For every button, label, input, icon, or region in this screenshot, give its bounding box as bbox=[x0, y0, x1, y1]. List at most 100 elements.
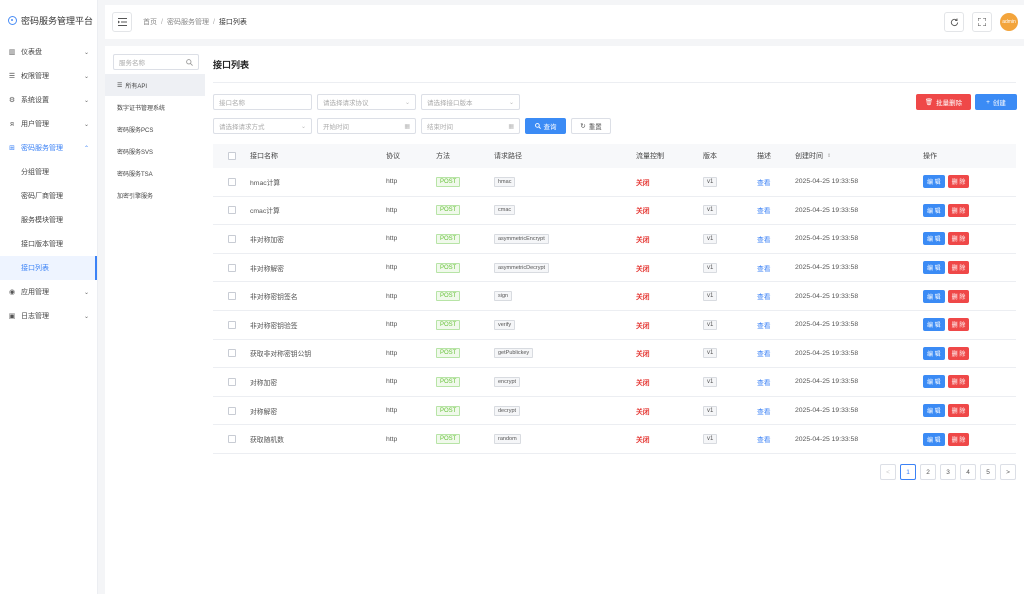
chevron-down-icon: ⌄ bbox=[83, 121, 89, 128]
page-4-button[interactable]: 4 bbox=[960, 464, 976, 480]
sidebar-subitem-vendors[interactable]: 密码厂商管理 bbox=[0, 184, 97, 208]
api-name: 对称加密 bbox=[250, 379, 278, 387]
protocol-select[interactable]: 请选择请求协议 ⌄ bbox=[317, 94, 416, 110]
desc-cell: 查看 bbox=[757, 377, 795, 387]
collapse-menu-button[interactable] bbox=[112, 12, 132, 32]
view-desc-link[interactable]: 查看 bbox=[757, 205, 771, 215]
header-created-label: 创建时间 bbox=[795, 153, 823, 160]
sidebar-item-settings[interactable]: ⚙ 系统设置 ⌄ bbox=[0, 88, 97, 112]
delete-button[interactable]: 删 除 bbox=[947, 289, 970, 303]
created-time: 2025-04-25 19:33:58 bbox=[795, 321, 859, 329]
view-desc-link[interactable]: 查看 bbox=[757, 377, 771, 387]
page-2-button[interactable]: 2 bbox=[920, 464, 936, 480]
desc-cell: 查看 bbox=[757, 234, 795, 244]
page-5-button[interactable]: 5 bbox=[980, 464, 996, 480]
edit-button[interactable]: 编 辑 bbox=[923, 203, 945, 217]
start-time-picker[interactable]: 开始时间 ▦ bbox=[317, 118, 416, 134]
sidebar-subitem-versions[interactable]: 接口版本管理 bbox=[0, 232, 97, 256]
row-checkbox[interactable] bbox=[227, 406, 236, 415]
delete-button[interactable]: 删 除 bbox=[947, 261, 970, 275]
sidebar-item-permissions[interactable]: ☰ 权限管理 ⌄ bbox=[0, 64, 97, 88]
delete-button[interactable]: 删 除 bbox=[947, 346, 970, 360]
row-checkbox[interactable] bbox=[227, 349, 236, 358]
row-checkbox[interactable] bbox=[227, 234, 236, 243]
method-select[interactable]: 请选择请求方式 ⌄ bbox=[213, 118, 312, 134]
service-item-tsa[interactable]: 密码服务TSA bbox=[105, 162, 205, 184]
edit-button[interactable]: 编 辑 bbox=[923, 232, 945, 246]
next-page-button[interactable]: > bbox=[1000, 464, 1016, 480]
edit-button[interactable]: 编 辑 bbox=[923, 404, 945, 418]
view-desc-link[interactable]: 查看 bbox=[757, 263, 771, 273]
table-row: 对称解密 http POST decrypt 关闭 v1 查看 2025-04-25 19:3… bbox=[213, 397, 1016, 426]
view-desc-link[interactable]: 查看 bbox=[757, 406, 771, 416]
sidebar-item-logs[interactable]: ▣ 日志管理 ⌄ bbox=[0, 304, 97, 328]
edit-button[interactable]: 编 辑 bbox=[923, 346, 945, 360]
fullscreen-button[interactable] bbox=[972, 12, 992, 32]
delete-button[interactable]: 删 除 bbox=[947, 404, 970, 418]
breadcrumb-home[interactable]: 首页 bbox=[143, 17, 157, 27]
row-checkbox[interactable] bbox=[227, 177, 236, 186]
service-item-svs[interactable]: 密码服务SVS bbox=[105, 140, 205, 162]
service-item-engine[interactable]: 加密引擎服务 bbox=[105, 184, 205, 206]
edit-button[interactable]: 编 辑 bbox=[923, 289, 945, 303]
api-name-input[interactable]: 接口名称 bbox=[213, 94, 312, 110]
refresh-button[interactable] bbox=[944, 12, 964, 32]
row-checkbox[interactable] bbox=[227, 320, 236, 329]
edit-button[interactable]: 编 辑 bbox=[923, 175, 945, 189]
row-checkbox[interactable] bbox=[227, 263, 236, 272]
edit-button[interactable]: 编 辑 bbox=[923, 432, 945, 446]
sidebar-subitem-groups[interactable]: 分组管理 bbox=[0, 160, 97, 184]
service-item-cert[interactable]: 数字证书管理系统 bbox=[105, 96, 205, 118]
row-checkbox[interactable] bbox=[227, 435, 236, 444]
row-checkbox-cell bbox=[213, 206, 250, 215]
ops-cell: 编 辑删 除 bbox=[923, 404, 1016, 418]
sidebar-item-users[interactable]: ᴙ 用户管理 ⌄ bbox=[0, 112, 97, 136]
select-all-checkbox[interactable] bbox=[227, 152, 236, 160]
breadcrumb-crypto-service[interactable]: 密码服务管理 bbox=[167, 17, 209, 27]
view-desc-link[interactable]: 查看 bbox=[757, 434, 771, 444]
row-checkbox-cell bbox=[213, 406, 250, 415]
delete-button[interactable]: 删 除 bbox=[947, 203, 970, 217]
sort-icon[interactable]: ⇕ bbox=[827, 153, 831, 159]
view-desc-link[interactable]: 查看 bbox=[757, 291, 771, 301]
reset-button[interactable]: ↻ 重置 bbox=[571, 118, 611, 134]
path-tag: asymmetricDecrypt bbox=[494, 262, 550, 273]
prev-page-button[interactable]: < bbox=[880, 464, 896, 480]
row-checkbox[interactable] bbox=[227, 206, 236, 215]
delete-button[interactable]: 删 除 bbox=[947, 318, 970, 332]
delete-button[interactable]: 删 除 bbox=[947, 432, 970, 446]
page-3-button[interactable]: 3 bbox=[940, 464, 956, 480]
row-checkbox[interactable] bbox=[227, 377, 236, 386]
page-1-button[interactable]: 1 bbox=[900, 464, 916, 480]
service-search-input[interactable]: 服务名称 bbox=[113, 54, 199, 70]
sidebar-subitem-api-list[interactable]: 接口列表 bbox=[0, 256, 97, 280]
table-row: 非对称密钥验签 http POST verify 关闭 v1 查看 2025-04-25 19… bbox=[213, 311, 1016, 340]
query-button[interactable]: 查询 bbox=[525, 118, 566, 134]
avatar[interactable]: admin bbox=[1000, 13, 1018, 31]
sidebar-item-crypto-service[interactable]: ⊞ 密码服务管理 ⌃ bbox=[0, 136, 97, 160]
service-item-pcs[interactable]: 密码服务PCS bbox=[105, 118, 205, 140]
view-desc-link[interactable]: 查看 bbox=[757, 234, 771, 244]
edit-button[interactable]: 编 辑 bbox=[923, 261, 945, 275]
view-desc-link[interactable]: 查看 bbox=[757, 320, 771, 330]
sidebar-item-dashboard[interactable]: ▥ 仪表盘 ⌄ bbox=[0, 40, 97, 64]
batch-delete-button[interactable]: 🗑 批量删除 bbox=[916, 94, 971, 110]
path-tag: decrypt bbox=[494, 405, 521, 416]
header-created[interactable]: 创建时间 ⇕ bbox=[795, 151, 923, 161]
reset-icon: ↻ bbox=[580, 123, 586, 130]
sidebar-item-apps[interactable]: ◉ 应用管理 ⌄ bbox=[0, 280, 97, 304]
delete-button[interactable]: 删 除 bbox=[947, 375, 970, 389]
create-button[interactable]: + 创建 bbox=[975, 94, 1017, 110]
edit-button[interactable]: 编 辑 bbox=[923, 318, 945, 332]
version-select[interactable]: 请选择接口版本 ⌄ bbox=[421, 94, 520, 110]
row-checkbox[interactable] bbox=[227, 292, 236, 301]
end-time-picker[interactable]: 结束时间 ▦ bbox=[421, 118, 520, 134]
sidebar-subitem-modules[interactable]: 服务模块管理 bbox=[0, 208, 97, 232]
view-desc-link[interactable]: 查看 bbox=[757, 177, 771, 187]
delete-button[interactable]: 删 除 bbox=[947, 232, 970, 246]
service-item-all-api[interactable]: ☰ 所有API bbox=[105, 74, 205, 96]
view-desc-link[interactable]: 查看 bbox=[757, 348, 771, 358]
header-protocol: 协议 bbox=[386, 153, 400, 160]
delete-button[interactable]: 删 除 bbox=[947, 175, 970, 189]
edit-button[interactable]: 编 辑 bbox=[923, 375, 945, 389]
